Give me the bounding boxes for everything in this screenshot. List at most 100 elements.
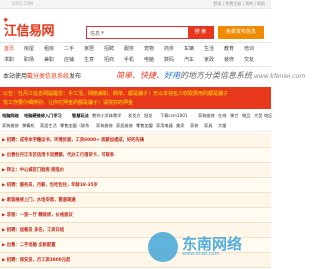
nav-item[interactable]: 首页 — [4, 45, 14, 52]
listing-title: ▶ 转让：中心城区门脸房 超低价 — [2, 168, 65, 173]
category-strip: 电脑网络 电脑硬维修入门学习 智慧玩法 教你小学妹教学 发货方 阳龙 下载csm… — [0, 111, 272, 132]
banner-suffix: 发布 — [69, 73, 82, 80]
banner-highlight: 戴分类信息系统 — [27, 73, 70, 80]
nav-item[interactable]: 汽车 — [184, 56, 194, 63]
notice-line-2: 找工作要仔细辨别，让你付押金的都是骗子！请找好的押金 — [3, 100, 134, 106]
list-item[interactable]: ▶ 求租：一室一厅 精装修，价格面议 — [0, 208, 271, 223]
nav-item[interactable]: 手机 — [124, 56, 134, 63]
nav-item[interactable]: 宠物 — [144, 45, 154, 52]
nav-item[interactable]: 求职 — [4, 56, 14, 63]
notice-line-1: 公告：牡丹江信息网提醒您：手工活、网络兼职、刷单、都是骗子！无以本钱名义收取费用… — [3, 91, 229, 97]
search-input[interactable] — [109, 29, 179, 36]
category-link[interactable]: 弹簧机 — [22, 123, 35, 129]
nav-item[interactable]: 服务 — [124, 45, 134, 52]
category-link[interactable]: 大厦 — [218, 123, 226, 129]
category-link[interactable]: 智慧玩法 — [72, 113, 89, 119]
list-item[interactable]: ▶ 家装维修上门，水电安装，管道疏通 — [0, 193, 271, 208]
category-link[interactable]: 发货方 — [128, 113, 141, 119]
banner-tail: 的地方分类信息系统 — [180, 71, 252, 80]
category-link[interactable]: 美家 — [176, 123, 184, 129]
category-link[interactable]: 大型 — [254, 113, 262, 119]
category-link[interactable]: 在线 — [218, 113, 226, 119]
main-nav: 首页 房屋 租房 二手 家居 招聘 服务 宠物 商务 车辆 生活 教育 培训 求… — [0, 42, 271, 67]
category-link[interactable]: 阳龙 — [144, 113, 152, 119]
search-button[interactable]: 搜 索 — [188, 27, 213, 38]
nav-item[interactable]: 招聘 — [104, 45, 114, 52]
listing-title: ▶ 出售牡丹江市区信用卡消费额，代办工行借贷卡，可联系 — [2, 153, 115, 158]
nav-item[interactable]: 家居 — [84, 45, 94, 52]
category-link[interactable]: 零售加盟（联系 — [60, 123, 89, 129]
nav-item[interactable]: 培训 — [244, 45, 254, 52]
nav-item[interactable]: 职场 — [24, 56, 34, 63]
search-bar: 信息 ▼ 搜 索 — [86, 26, 214, 39]
banner-left-text: 本站使用戴分类信息系统发布 — [3, 71, 81, 80]
watermark-url: www.dnwl.com — [182, 251, 220, 257]
listing-title: ▶ 求租：一室一厅 精装修，价格面议 — [2, 213, 73, 218]
category-link[interactable]: 家装维修 — [2, 123, 19, 129]
category-row-2: 家装维修 弹簧机 家居生活 零售加盟（联系 家装维修 家居维修 零售加盟 家用电… — [0, 121, 271, 131]
nav-item[interactable]: 车辆 — [184, 45, 194, 52]
notice-bar: 公告：牡丹江信息网提醒您：手工活、网络兼职、刷单、都是骗子！无以本钱名义收取费用… — [0, 87, 271, 109]
category-link[interactable]: 地区 — [264, 113, 272, 119]
category-link[interactable]: 电脑网络 — [2, 113, 19, 119]
watermark-icon — [148, 232, 178, 262]
search-scope-select[interactable]: 信息 — [90, 30, 100, 37]
category-link[interactable]: 零售加盟 — [136, 123, 153, 129]
nav-item[interactable]: 二手 — [64, 45, 74, 52]
category-link[interactable]: 家装维修 — [198, 113, 215, 119]
site-url: 0351.COM — [12, 1, 33, 6]
nav-item[interactable]: 商务 — [164, 45, 174, 52]
banner-prefix: 本站使用 — [3, 73, 28, 80]
nav-item[interactable]: 店铺 — [64, 56, 74, 63]
category-link[interactable]: 家装维修 — [96, 123, 113, 129]
nav-item[interactable]: 教育 — [224, 45, 234, 52]
category-link[interactable]: 家居生活 — [40, 123, 57, 129]
nav-item[interactable]: 装修 — [224, 56, 234, 63]
listing-title: ▶ 招聘：成考本学籍证书，环境优美，工资6000+ 底薪加提成，好的先锋 — [2, 138, 145, 143]
category-link[interactable]: 电脑硬维修入门学习 — [24, 113, 62, 119]
list-item[interactable]: ▶ 招聘：成考本学籍证书，环境优美，工资6000+ 底薪加提成，好的先锋 — [0, 133, 271, 148]
banner-url: www.kfenlei.com — [254, 73, 306, 80]
category-link[interactable]: 家居维修 — [116, 123, 133, 129]
list-item[interactable]: ▶ 招聘：服务员，月薪，包吃包住，年龄18-35岁 — [0, 178, 271, 193]
category-link[interactable]: 物品 — [242, 113, 250, 119]
nav-item[interactable]: 房屋 — [24, 45, 34, 52]
banner-brand-2: 快捷 — [140, 71, 156, 80]
chevron-down-icon[interactable]: ▼ — [101, 30, 104, 35]
category-link[interactable]: 弹力 — [230, 113, 238, 119]
nav-item[interactable]: 电脑 — [144, 56, 154, 63]
nav-item[interactable]: 数码 — [164, 56, 174, 63]
banner-right-text: 简单、快捷、好用的地方分类信息系统 www.kfenlei.com — [116, 71, 306, 80]
nav-item[interactable]: 生意 — [84, 56, 94, 63]
category-link[interactable]: 下载csm1001 — [160, 113, 188, 119]
nav-item[interactable]: 招商 — [104, 56, 114, 63]
nav-row-2: 求职 职场 兼职 店铺 生意 招商 手机 电脑 数码 汽车 家政 装修 交友 — [0, 54, 271, 65]
list-item[interactable]: ▶ 出售牡丹江市区信用卡消费额，代办工行借贷卡，可联系 — [0, 148, 271, 163]
category-link[interactable]: 家装 — [190, 123, 198, 129]
listing-title: ▶ 家装维修上门，水电安装，管道疏通 — [2, 198, 76, 203]
site-logo[interactable]: 江信易网 — [4, 20, 55, 39]
nav-item[interactable]: 兼职 — [44, 56, 54, 63]
nav-item[interactable]: 家政 — [204, 56, 214, 63]
header: ✦ 江信易网 信息 ▼ 搜 索 免费发布信息 — [0, 9, 271, 39]
listing-title: ▶ 招聘：服务员，月薪，包吃包住，年龄18-35岁 — [2, 183, 98, 188]
list-item[interactable]: ▶ 转让：中心城区门脸房 超低价 — [0, 163, 271, 178]
topbar-links[interactable]: 登录 | 免费注册 | 我的 | 帮助 — [213, 1, 265, 7]
listing-title: ▶ 出售：二手电脑 全新配置 — [2, 243, 56, 248]
nav-item[interactable]: 生活 — [204, 45, 214, 52]
listing-title: ▶ 招聘：送餐员 多名，工资日结 — [2, 228, 65, 233]
nav-row-1: 首页 房屋 租房 二手 家居 招聘 服务 宠物 商务 车辆 生活 教育 培训 — [0, 43, 271, 54]
post-info-button[interactable]: 免费发布信息 — [218, 26, 264, 39]
banner-brand-3: 好用 — [164, 71, 180, 80]
category-link[interactable]: 家用电器 — [156, 123, 173, 129]
category-row-1: 电脑网络 电脑硬维修入门学习 智慧玩法 教你小学妹教学 发货方 阳龙 下载csm… — [0, 111, 272, 121]
listing-title: ▶ 招聘：保安员，月工资3000元起 — [2, 258, 71, 263]
nav-item[interactable]: 租房 — [44, 45, 54, 52]
category-link[interactable]: 家具 — [204, 123, 212, 129]
promo-banner[interactable]: 本站使用戴分类信息系统发布 简单、快捷、好用的地方分类信息系统 www.kfenl… — [0, 67, 305, 85]
category-link[interactable]: 教你小学妹教学 — [92, 113, 121, 119]
nav-item[interactable]: 交友 — [244, 56, 254, 63]
watermark-logo: 东南网络 www.dnwl.com — [148, 228, 268, 268]
topbar: 0351.COM 登录 | 免费注册 | 我的 | 帮助 — [0, 0, 271, 9]
banner-brand-1: 简单 — [116, 71, 132, 80]
